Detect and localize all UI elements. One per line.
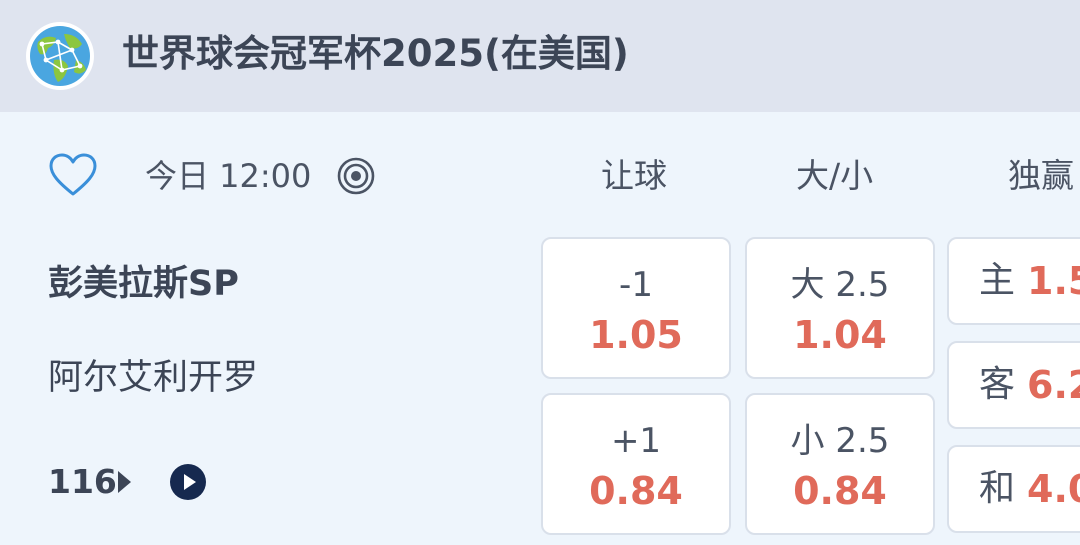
away-team-name: 阿尔艾利开罗 xyxy=(48,358,259,398)
handicap-home-odds[interactable]: -1 1.05 xyxy=(541,237,731,379)
match-time: 今日 12:00 xyxy=(145,157,312,195)
moneyline-draw-label: 和 xyxy=(979,468,1016,509)
handicap-away-price: 0.84 xyxy=(589,469,683,513)
moneyline-away-odds[interactable]: 客 6.2 xyxy=(947,341,1080,429)
more-markets-count[interactable]: 116 xyxy=(48,460,117,504)
league-title: 世界球会冠军杯2025(在美国) xyxy=(122,32,629,75)
moneyline-away-price: 6.2 xyxy=(1027,363,1080,407)
column-header-over-under: 大/小 xyxy=(796,156,874,195)
column-header-handicap: 让球 xyxy=(601,156,667,195)
moneyline-home-odds[interactable]: 主 1.5 xyxy=(947,237,1080,325)
moneyline-draw-odds[interactable]: 和 4.0 xyxy=(947,445,1080,533)
target-icon[interactable] xyxy=(337,157,375,195)
handicap-away-line: +1 xyxy=(610,421,662,461)
under-odds[interactable]: 小 2.5 0.84 xyxy=(745,393,935,535)
moneyline-draw-price: 4.0 xyxy=(1027,467,1080,511)
over-price: 1.04 xyxy=(793,313,887,357)
under-price: 0.84 xyxy=(793,469,887,513)
league-header[interactable]: 世界球会冠军杯2025(在美国) xyxy=(0,0,1080,112)
moneyline-home-label: 主 xyxy=(979,260,1016,301)
globe-icon xyxy=(26,22,94,90)
column-header-moneyline: 独赢 xyxy=(1008,156,1074,195)
caret-right-icon[interactable] xyxy=(118,471,131,493)
handicap-home-line: -1 xyxy=(619,265,653,305)
handicap-home-price: 1.05 xyxy=(589,313,683,357)
under-line: 小 2.5 xyxy=(790,421,890,461)
handicap-away-odds[interactable]: +1 0.84 xyxy=(541,393,731,535)
moneyline-home-price: 1.5 xyxy=(1027,259,1080,303)
over-line: 大 2.5 xyxy=(790,265,890,305)
play-icon[interactable] xyxy=(169,463,207,501)
over-odds[interactable]: 大 2.5 1.04 xyxy=(745,237,935,379)
heart-icon[interactable] xyxy=(48,152,98,198)
home-team-name: 彭美拉斯SP xyxy=(48,264,239,304)
moneyline-away-label: 客 xyxy=(979,364,1016,405)
